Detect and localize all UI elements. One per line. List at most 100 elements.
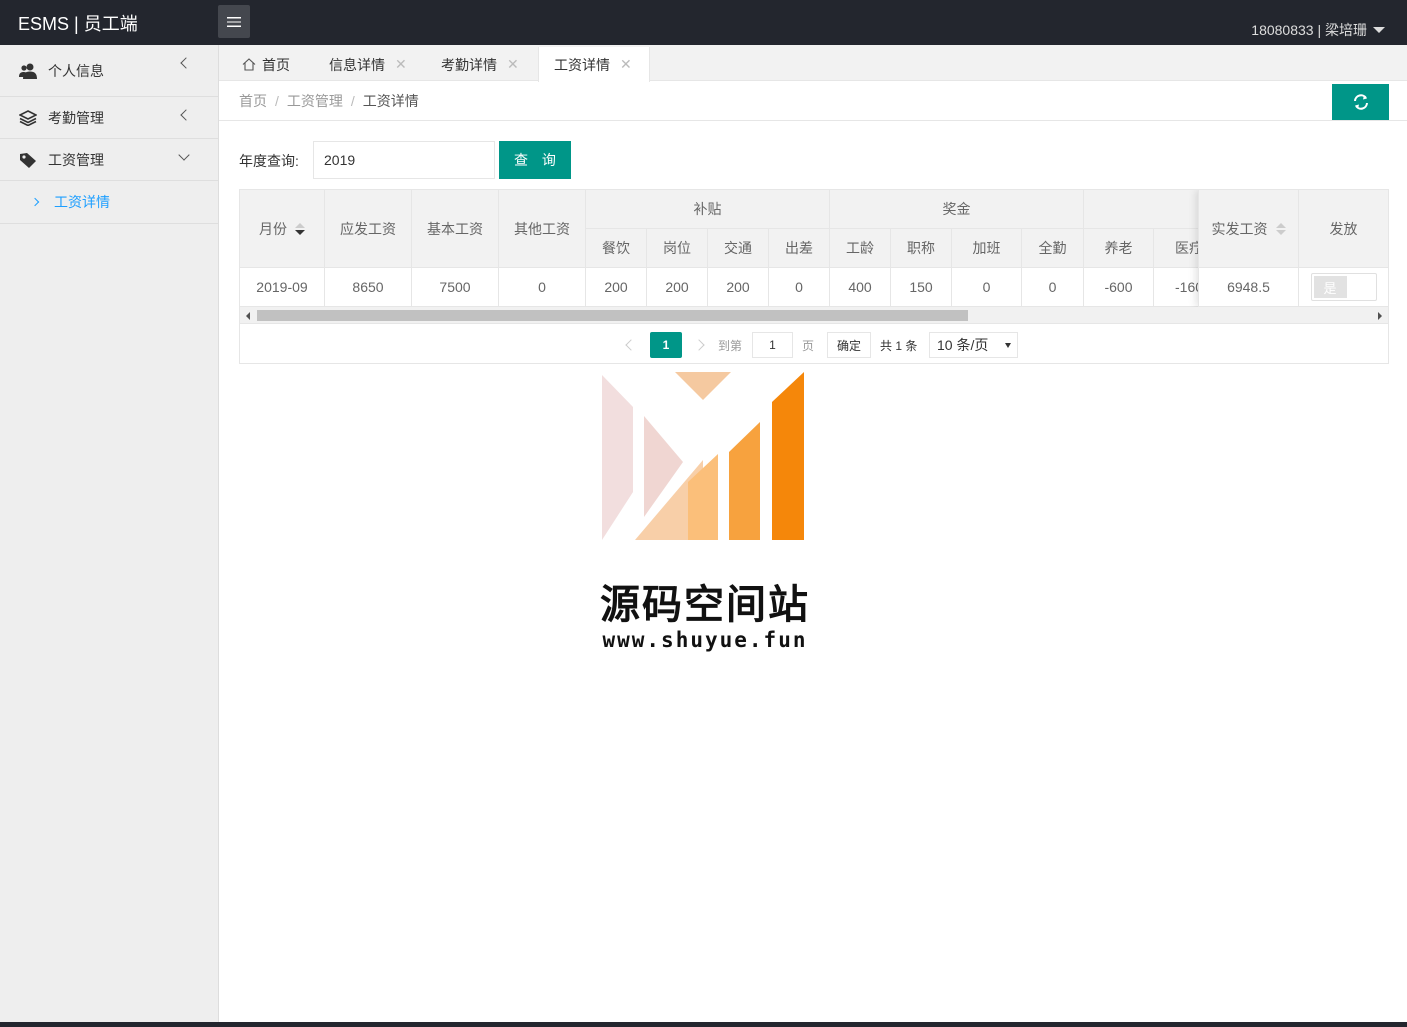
top-header: ESMS | 员工端 18080833 | 梁培珊 xyxy=(0,0,1407,45)
total-count: 共 1 条 xyxy=(880,338,918,353)
chevron-down-icon xyxy=(178,149,190,161)
sidebar-subitem-salary-detail[interactable]: 工资详情 xyxy=(0,181,218,224)
cell-attendance: 0 xyxy=(1022,268,1084,307)
close-icon[interactable]: ✕ xyxy=(395,56,407,73)
user-menu[interactable]: 18080833 | 梁培珊 xyxy=(1251,20,1385,40)
tab-bar: 首页 信息详情 ✕ 考勤详情 ✕ 工资详情 ✕ xyxy=(219,45,1407,82)
col-group-bonus: 奖金 xyxy=(830,190,1084,229)
col-group-allowance: 补贴 xyxy=(586,190,830,229)
switch-knob: 是 xyxy=(1313,276,1347,298)
year-query-label: 年度查询: xyxy=(239,153,299,169)
cell-net: 6948.5 xyxy=(1198,268,1299,307)
col-header-basic: 基本工资 xyxy=(412,190,499,268)
col-header-overtime: 加班 xyxy=(952,229,1022,268)
tag-icon xyxy=(18,150,38,170)
chevron-right-icon xyxy=(693,339,705,351)
cell-post: 200 xyxy=(647,268,708,307)
pagination: 1 到第 1 页 确定 共 1 条 10 条/页 xyxy=(240,325,1388,363)
col-header-meal: 餐饮 xyxy=(586,229,647,268)
col-header-trip: 出差 xyxy=(769,229,830,268)
tab-label: 考勤详情 xyxy=(441,56,497,73)
col-header-gross: 应发工资 xyxy=(325,190,412,268)
col-header-month[interactable]: 月份 xyxy=(240,190,325,268)
col-header-paid: 发放 xyxy=(1299,190,1388,268)
breadcrumb-home[interactable]: 首页 xyxy=(239,93,267,109)
user-name: 18080833 | 梁培珊 xyxy=(1251,22,1367,38)
app-title: ESMS | 员工端 xyxy=(18,14,138,34)
prev-page-button[interactable] xyxy=(624,332,638,358)
col-header-post: 岗位 xyxy=(647,229,708,268)
sort-icon[interactable] xyxy=(1275,222,1286,235)
cell-gross: 8650 xyxy=(325,268,412,307)
page-size-select[interactable]: 10 条/页 xyxy=(929,332,1018,358)
header-label: 实发工资 xyxy=(1211,220,1268,237)
close-icon[interactable]: ✕ xyxy=(620,56,632,73)
fixed-right-columns: 实发工资 发放 6948.5 是 xyxy=(1198,190,1388,307)
home-icon xyxy=(242,58,256,71)
sidebar-item-label: 考勤管理 xyxy=(48,109,104,126)
horizontal-scrollbar[interactable] xyxy=(240,307,1388,324)
watermark-url: www.shuyue.fun xyxy=(602,628,808,652)
chevron-left-icon xyxy=(180,109,192,121)
sidebar: 个人信息 考勤管理 工资管理 工资详情 xyxy=(0,45,219,1022)
header-label: 月份 xyxy=(259,220,287,237)
tab-home[interactable]: 首页 xyxy=(242,47,290,82)
caret-down-icon xyxy=(1373,27,1385,33)
cell-other: 0 xyxy=(499,268,586,307)
scroll-thumb[interactable] xyxy=(257,310,968,321)
menu-toggle-button[interactable] xyxy=(218,5,250,38)
goto-page-input[interactable]: 1 xyxy=(752,332,793,358)
tab-label: 首页 xyxy=(262,56,290,73)
cell-basic: 7500 xyxy=(412,268,499,307)
cell-paid: 是 xyxy=(1299,268,1388,307)
col-header-title: 职称 xyxy=(891,229,952,268)
col-header-attendance: 全勤 xyxy=(1022,229,1084,268)
close-icon[interactable]: ✕ xyxy=(507,56,519,73)
watermark: 源码空间站 www.shuyue.fun xyxy=(595,372,815,662)
cell-month: 2019-09 xyxy=(240,268,325,307)
breadcrumb-current: 工资详情 xyxy=(362,93,419,109)
breadcrumb: 首页 / 工资管理 / 工资详情 xyxy=(239,91,419,111)
cell-title: 150 xyxy=(891,268,952,307)
sidebar-item-label: 工资管理 xyxy=(48,151,104,168)
salary-table: 月份 应发工资 基本工资 其他工资 补贴 奖金 餐饮 岗位 交通 出差 工龄 职… xyxy=(239,189,1389,364)
col-header-seniority: 工龄 xyxy=(830,229,891,268)
dropdown-arrow-icon xyxy=(1005,343,1011,348)
refresh-icon xyxy=(1353,94,1368,110)
tab-label: 信息详情 xyxy=(329,56,385,73)
sidebar-item-personal[interactable]: 个人信息 xyxy=(0,45,218,97)
sidebar-item-salary[interactable]: 工资管理 xyxy=(0,139,218,181)
tab-attendance-detail[interactable]: 考勤详情 ✕ xyxy=(441,47,519,82)
paid-switch[interactable]: 是 xyxy=(1310,273,1377,301)
sidebar-item-attendance[interactable]: 考勤管理 xyxy=(0,97,218,139)
breadcrumb-level1[interactable]: 工资管理 xyxy=(287,93,343,109)
sidebar-subitem-label: 工资详情 xyxy=(54,194,110,210)
query-button[interactable]: 查 询 xyxy=(499,141,571,179)
refresh-button[interactable] xyxy=(1332,84,1389,120)
bottom-bar xyxy=(0,1022,1407,1027)
divider xyxy=(219,120,1407,121)
sort-icon[interactable] xyxy=(295,222,305,235)
sidebar-item-label: 个人信息 xyxy=(48,62,104,79)
col-header-traffic: 交通 xyxy=(708,229,769,268)
page-1-button[interactable]: 1 xyxy=(650,332,682,358)
scroll-left-icon[interactable] xyxy=(246,312,250,320)
breadcrumb-separator: / xyxy=(275,93,279,109)
cell-trip: 0 xyxy=(769,268,830,307)
scroll-right-icon[interactable] xyxy=(1378,312,1382,320)
watermark-logo-icon xyxy=(602,372,804,540)
col-header-net[interactable]: 实发工资 xyxy=(1198,190,1299,268)
tab-info-detail[interactable]: 信息详情 ✕ xyxy=(329,47,407,82)
col-header-other: 其他工资 xyxy=(499,190,586,268)
col-header-pension: 养老 xyxy=(1084,229,1154,268)
breadcrumb-separator: / xyxy=(350,93,355,109)
year-input[interactable] xyxy=(313,141,495,179)
chevron-left-icon xyxy=(625,339,637,351)
next-page-button[interactable] xyxy=(692,332,706,358)
hamburger-icon xyxy=(227,16,241,27)
layers-icon xyxy=(18,108,38,128)
tab-label: 工资详情 xyxy=(554,56,610,73)
tab-salary-detail[interactable]: 工资详情 ✕ xyxy=(538,47,650,82)
goto-confirm-button[interactable]: 确定 xyxy=(827,332,871,358)
cell-seniority: 400 xyxy=(830,268,891,307)
